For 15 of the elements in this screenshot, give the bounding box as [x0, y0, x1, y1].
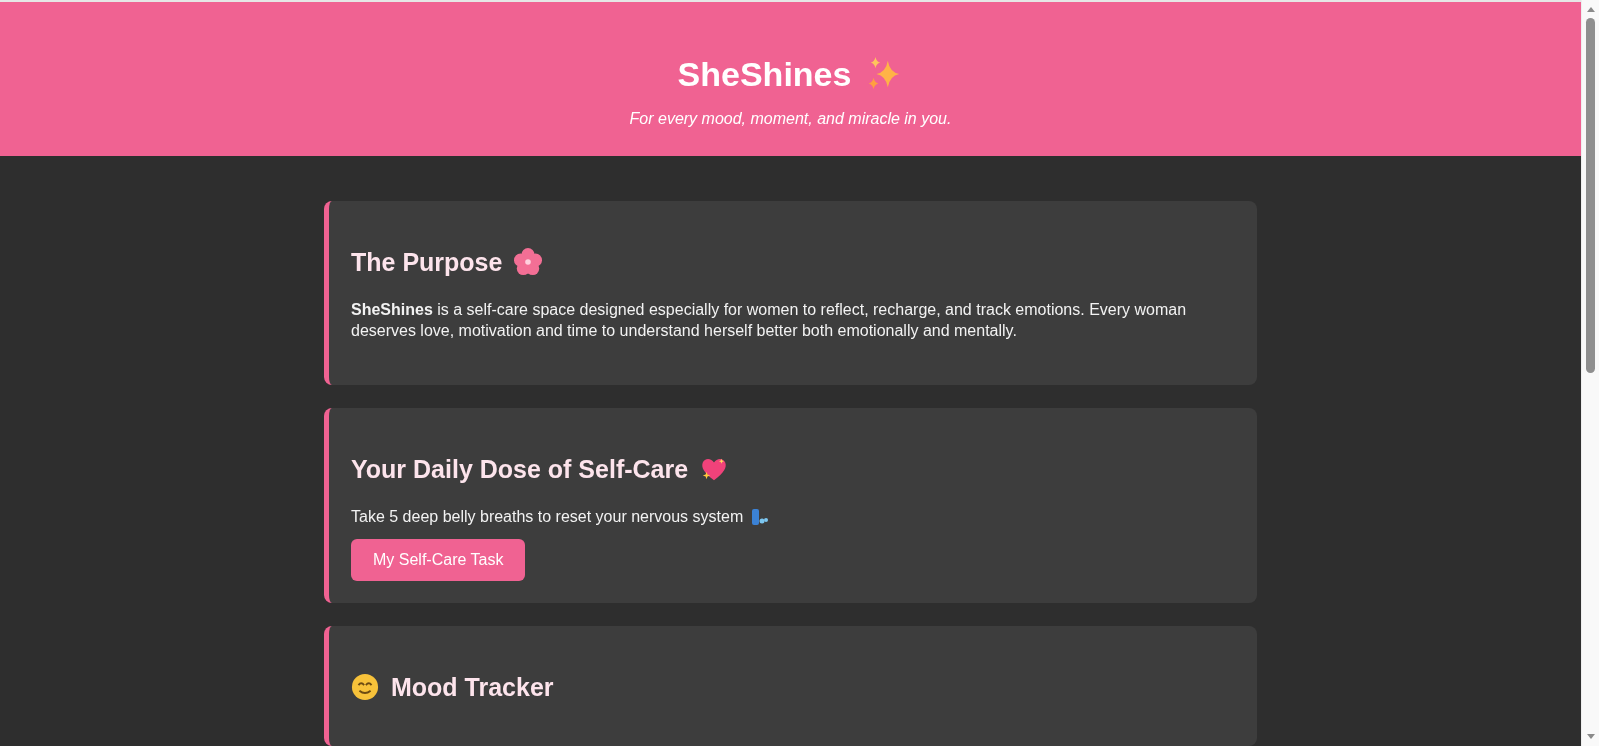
scroll-down-icon[interactable] [1585, 733, 1596, 741]
self-care-task-button[interactable]: My Self-Care Task [351, 539, 526, 581]
tagline: For every mood, moment, and miracle in you. [628, 110, 953, 128]
section-title: The Purpose [351, 247, 503, 277]
section-title: Your Daily Dose of Self-Care [351, 454, 689, 484]
scrollbar[interactable] [1581, 0, 1599, 746]
purpose-paragraph: SheShines is a self-care space designed especially for women to reflect, recharge, and track emotions. Every woman deserves love, motivation and time to understand herself better both emotionally and mentally. [351, 300, 1188, 341]
self-care-tip: Take 5 deep belly breaths to reset your nervous system [351, 507, 744, 527]
smiley-icon [351, 673, 379, 701]
scroll-up-icon[interactable] [1585, 5, 1596, 13]
breathing-figure-icon [749, 506, 770, 527]
scrollbar-thumb[interactable] [1586, 18, 1595, 373]
flower-icon [514, 248, 543, 276]
site-title: SheShines [677, 54, 852, 94]
section-title: Mood Tracker [391, 672, 554, 702]
